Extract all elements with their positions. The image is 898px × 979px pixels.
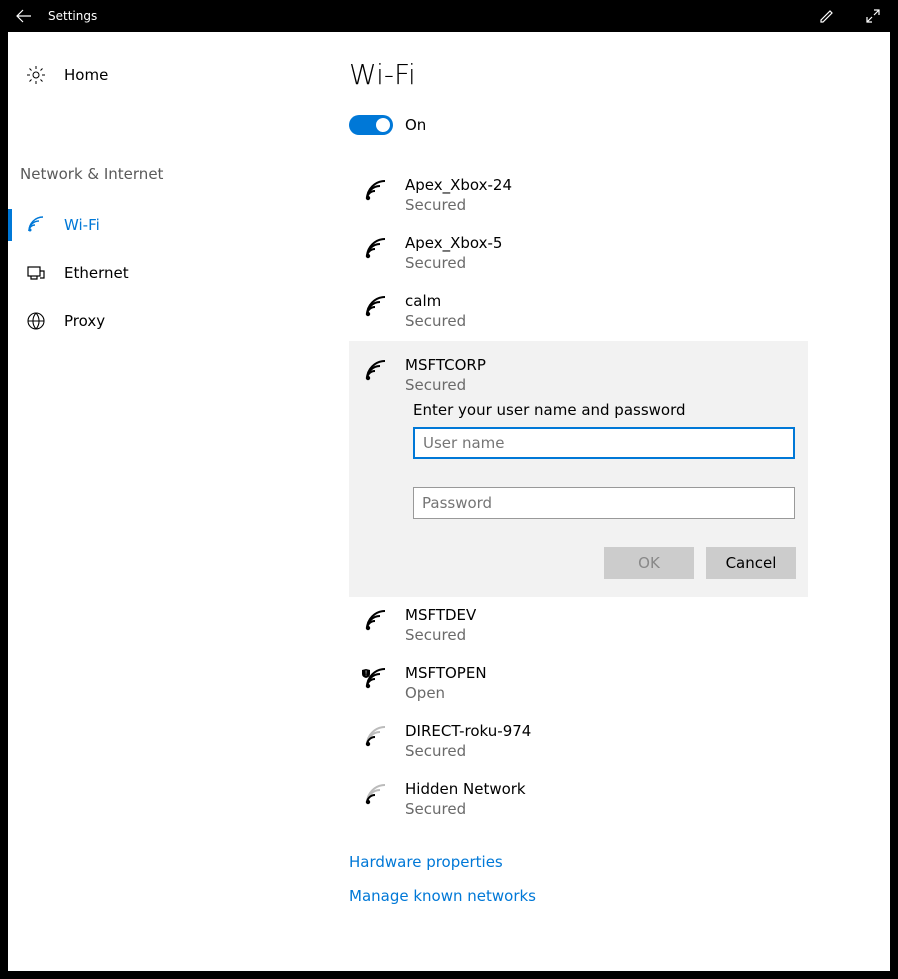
wifi-signal-icon xyxy=(361,357,389,385)
wifi-icon xyxy=(24,215,48,235)
network-item[interactable]: Hidden Network Secured xyxy=(349,771,808,829)
sidebar-item-proxy[interactable]: Proxy xyxy=(8,297,323,345)
edit-button[interactable] xyxy=(804,0,850,32)
fullscreen-button[interactable] xyxy=(850,0,896,32)
wifi-signal-icon xyxy=(361,607,389,635)
network-name: Apex_Xbox-5 xyxy=(405,233,502,253)
expand-icon xyxy=(866,9,880,23)
wifi-toggle[interactable] xyxy=(349,115,393,135)
globe-icon xyxy=(24,311,48,331)
network-name: MSFTCORP xyxy=(405,355,486,375)
wifi-signal-icon xyxy=(361,177,389,205)
ethernet-icon xyxy=(24,263,48,283)
wifi-signal-icon xyxy=(361,781,389,809)
ok-button[interactable]: OK xyxy=(604,547,694,579)
sidebar-item-label: Ethernet xyxy=(48,264,129,282)
credential-prompt: Enter your user name and password xyxy=(361,395,796,427)
page-heading: Wi-Fi xyxy=(349,58,808,91)
gear-icon xyxy=(24,65,48,85)
network-status: Secured xyxy=(405,253,502,273)
sidebar-category-header: Network & Internet xyxy=(8,99,323,201)
sidebar-item-label: Wi-Fi xyxy=(48,216,100,234)
pencil-icon xyxy=(819,8,835,24)
sidebar-item-ethernet[interactable]: Ethernet xyxy=(8,249,323,297)
password-input[interactable] xyxy=(413,487,795,519)
wifi-signal-icon xyxy=(361,235,389,263)
network-item[interactable]: Apex_Xbox-24 Secured xyxy=(349,167,808,225)
network-item-expanded[interactable]: MSFTCORP Secured Enter your user name an… xyxy=(349,341,808,597)
toggle-knob xyxy=(376,118,390,132)
network-name: Hidden Network xyxy=(405,779,526,799)
network-item[interactable]: ! MSFTOPEN Open xyxy=(349,655,808,713)
sidebar-home[interactable]: Home xyxy=(8,51,323,99)
network-name: MSFTDEV xyxy=(405,605,476,625)
sidebar: Home Network & Internet Wi-Fi Ethernet xyxy=(8,32,323,971)
hardware-properties-link[interactable]: Hardware properties xyxy=(349,845,808,879)
network-item[interactable]: calm Secured xyxy=(349,283,808,341)
network-status: Secured xyxy=(405,311,466,331)
network-status: Secured xyxy=(405,625,476,645)
network-name: calm xyxy=(405,291,466,311)
sidebar-item-wifi[interactable]: Wi-Fi xyxy=(8,201,323,249)
network-item[interactable]: MSFTDEV Secured xyxy=(349,597,808,655)
cancel-button[interactable]: Cancel xyxy=(706,547,796,579)
network-name: Apex_Xbox-24 xyxy=(405,175,512,195)
network-item[interactable]: Apex_Xbox-5 Secured xyxy=(349,225,808,283)
sidebar-home-label: Home xyxy=(48,66,108,84)
network-status: Open xyxy=(405,683,487,703)
network-status: Secured xyxy=(405,195,512,215)
back-button[interactable] xyxy=(2,0,46,32)
network-name: DIRECT-roku-974 xyxy=(405,721,531,741)
network-status: Secured xyxy=(405,741,531,761)
window-title: Settings xyxy=(46,9,97,23)
network-name: MSFTOPEN xyxy=(405,663,487,683)
wifi-toggle-row: On xyxy=(349,115,808,135)
main-panel: Wi-Fi On Apex_Xbox-24 Secured Apex_Xbox-… xyxy=(323,32,890,971)
manage-known-networks-link[interactable]: Manage known networks xyxy=(349,879,808,913)
wifi-toggle-label: On xyxy=(405,116,426,134)
network-status: Secured xyxy=(405,799,526,819)
title-bar: Settings xyxy=(0,0,898,32)
svg-text:!: ! xyxy=(365,670,367,678)
arrow-left-icon xyxy=(16,8,32,24)
wifi-signal-icon: ! xyxy=(361,665,389,693)
wifi-signal-icon xyxy=(361,723,389,751)
network-item[interactable]: DIRECT-roku-974 Secured xyxy=(349,713,808,771)
username-input[interactable] xyxy=(413,427,795,459)
sidebar-item-label: Proxy xyxy=(48,312,105,330)
wifi-signal-icon xyxy=(361,293,389,321)
network-status: Secured xyxy=(405,375,486,395)
